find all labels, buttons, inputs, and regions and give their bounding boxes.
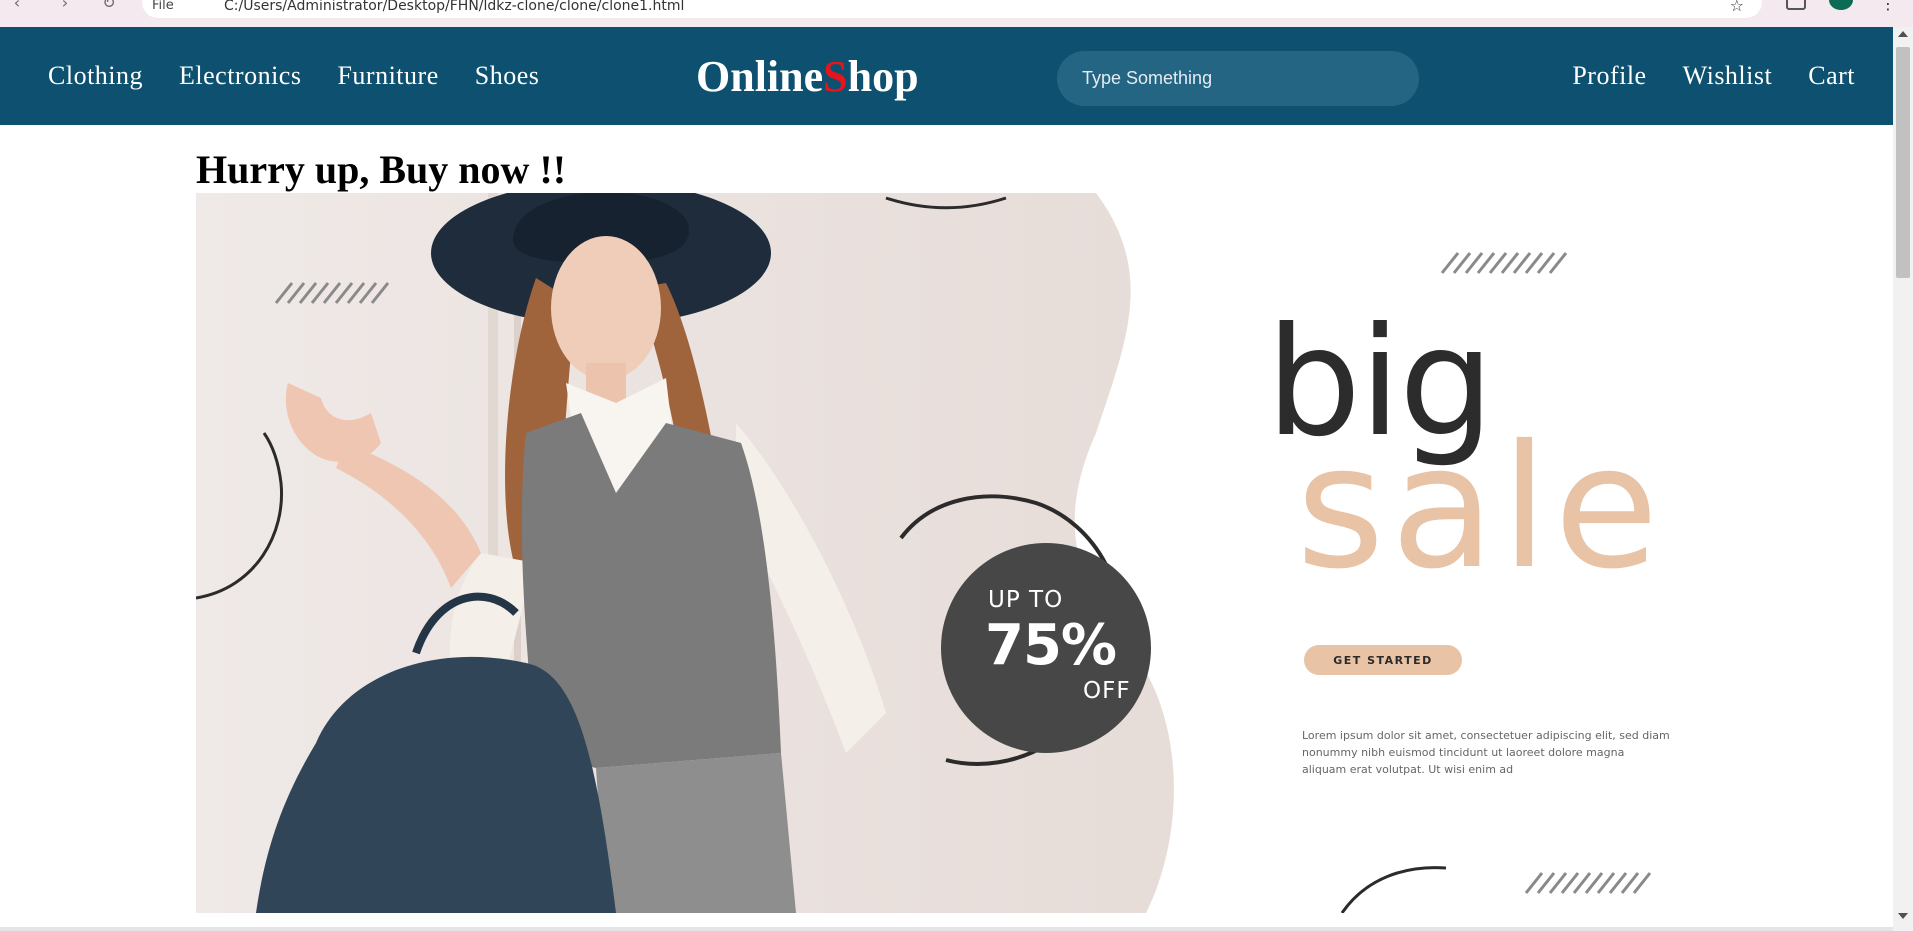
model-trousers [596, 753, 796, 913]
badge-off: OFF [1083, 678, 1131, 704]
nav-link-wishlist[interactable]: Wishlist [1683, 61, 1773, 91]
nav-link-furniture[interactable]: Furniture [337, 61, 438, 91]
badge-percent: 75% [985, 613, 1117, 678]
more-menu-icon[interactable]: ⋮ [1880, 0, 1896, 13]
nav-link-electronics[interactable]: Electronics [179, 61, 301, 91]
badge-up-to: UP TO [988, 587, 1064, 613]
scroll-down-arrow-icon[interactable] [1898, 913, 1908, 919]
url-text[interactable]: C:/Users/Administrator/Desktop/FHN/ldkz-… [224, 0, 684, 14]
profile-avatar-icon[interactable] [1829, 0, 1853, 10]
logo-text-part1: Online [696, 51, 824, 101]
banner-body-text: Lorem ipsum dolor sit amet, consectetuer… [1302, 729, 1670, 776]
account-nav: Profile Wishlist Cart [1572, 27, 1855, 125]
page-scrollbar[interactable] [1893, 27, 1913, 931]
site-navbar: Clothing Electronics Furniture Shoes Onl… [0, 27, 1893, 125]
model-face [551, 236, 661, 380]
bookmark-star-icon[interactable]: ☆ [1730, 0, 1744, 15]
browser-toolbar: ‹ › ↻ File C:/Users/Administrator/Deskto… [0, 0, 1913, 27]
sale-banner: big sale UP TO 75% OFF GET STARTED Lorem… [196, 193, 1893, 913]
hatch-marks-right-top [1440, 252, 1568, 274]
decor-arc-bottom [1340, 866, 1447, 913]
bottom-divider [0, 927, 1893, 931]
logo-accent-letter: S [823, 51, 848, 101]
forward-arrow-icon[interactable]: › [54, 0, 76, 14]
nav-link-profile[interactable]: Profile [1572, 61, 1646, 91]
reload-icon[interactable]: ↻ [98, 0, 120, 14]
sidebar-panel-icon[interactable] [1786, 0, 1806, 10]
nav-link-cart[interactable]: Cart [1808, 61, 1855, 91]
discount-badge: UP TO 75% OFF [941, 543, 1151, 753]
nav-link-shoes[interactable]: Shoes [475, 61, 540, 91]
file-chip[interactable]: File [152, 0, 174, 13]
get-started-button[interactable]: GET STARTED [1304, 645, 1462, 675]
search-input[interactable] [1057, 51, 1419, 106]
hatch-marks-right-bottom [1524, 872, 1652, 894]
sale-word: sale [1296, 409, 1665, 607]
scroll-up-arrow-icon[interactable] [1898, 31, 1908, 37]
category-nav: Clothing Electronics Furniture Shoes [48, 27, 539, 125]
back-arrow-icon[interactable]: ‹ [6, 0, 28, 14]
page-heading: Hurry up, Buy now !! [196, 147, 567, 192]
logo-text-part2: hop [847, 51, 919, 101]
nav-link-clothing[interactable]: Clothing [48, 61, 143, 91]
scrollbar-thumb[interactable] [1896, 47, 1910, 278]
address-bar[interactable]: File C:/Users/Administrator/Desktop/FHN/… [142, 0, 1762, 18]
site-logo[interactable]: Online Shop [696, 27, 919, 125]
